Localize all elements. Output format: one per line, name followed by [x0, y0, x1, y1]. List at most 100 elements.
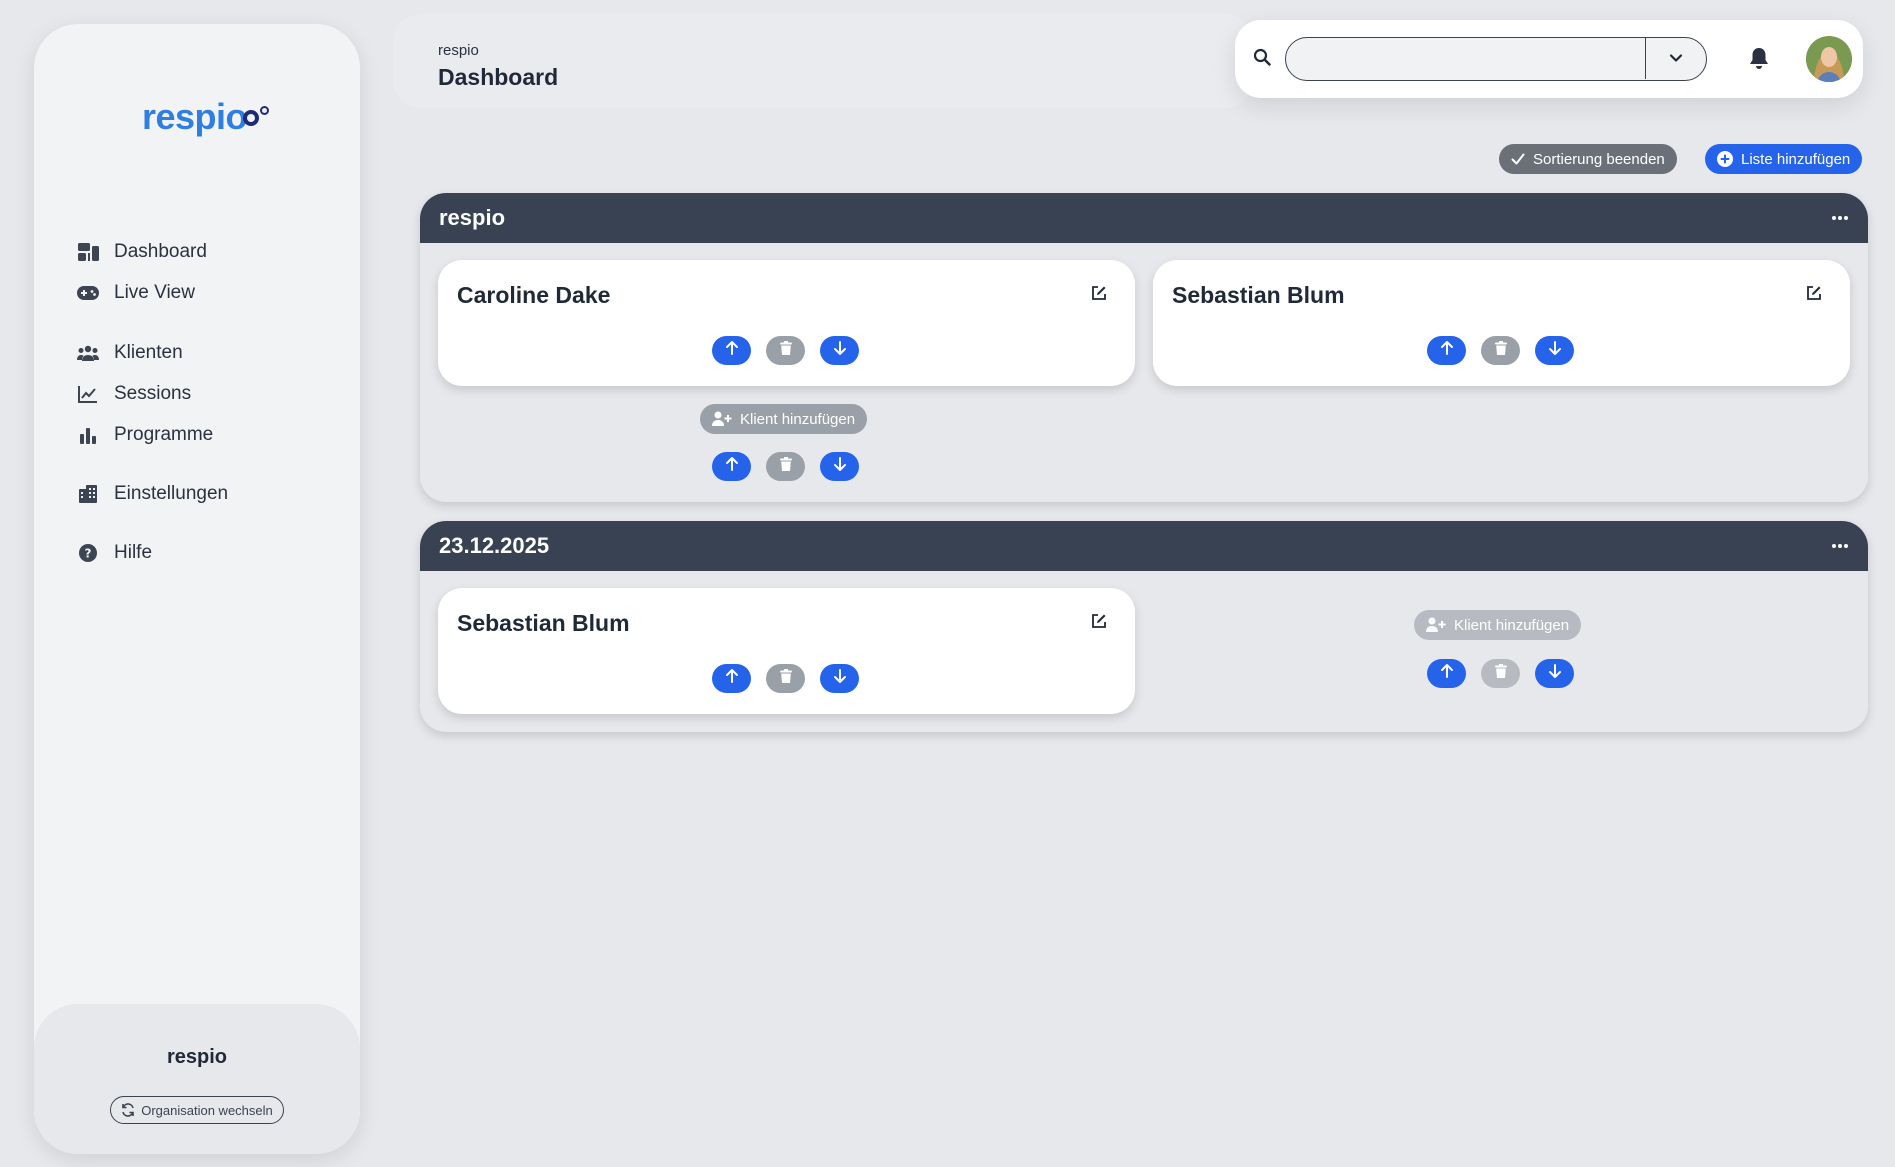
arrow-up-icon: [1440, 663, 1454, 684]
plus-circle-icon: [1717, 151, 1733, 167]
move-down-button[interactable]: [1535, 336, 1574, 365]
chevron-down-icon: [1669, 50, 1683, 68]
sidebar-item-label: Hilfe: [114, 542, 153, 563]
add-client-label: Klient hinzufügen: [740, 410, 856, 428]
move-down-button[interactable]: [1535, 659, 1574, 688]
notification-bell-icon[interactable]: [1749, 47, 1769, 75]
move-up-button[interactable]: [1427, 659, 1466, 688]
sidebar-item-label: Live View: [114, 282, 195, 303]
switch-organization-button[interactable]: Organisation wechseln: [110, 1096, 284, 1124]
arrow-down-icon: [1548, 663, 1562, 684]
trash-icon: [1494, 664, 1507, 683]
trash-icon: [779, 669, 792, 688]
list-title[interactable]: 23.12.2025: [439, 533, 549, 559]
search-icon: [1253, 48, 1271, 71]
client-name: Sebastian Blum: [457, 610, 630, 636]
delete-button[interactable]: [1481, 659, 1520, 688]
card-controls: [712, 664, 859, 693]
move-down-button[interactable]: [820, 336, 859, 365]
user-plus-icon: [712, 411, 732, 427]
chart-line-icon: [76, 382, 100, 406]
sidebar-item-hilfe[interactable]: ? Hilfe: [76, 536, 336, 570]
client-card[interactable]: Caroline Dake: [438, 260, 1135, 386]
respio-logo[interactable]: respio: [142, 96, 270, 138]
arrow-down-icon: [833, 668, 847, 689]
delete-button[interactable]: [766, 664, 805, 693]
organization-name: respio: [166, 1046, 228, 1068]
move-up-button[interactable]: [712, 336, 751, 365]
dashboard-icon: [76, 240, 100, 264]
sidebar-item-sessions[interactable]: Sessions: [76, 377, 336, 411]
sidebar-item-label: Sessions: [114, 383, 192, 404]
move-up-button[interactable]: [712, 664, 751, 693]
client-name: Caroline Dake: [457, 282, 611, 308]
sidebar-item-label: Programme: [114, 424, 214, 445]
more-options-icon[interactable]: [1832, 216, 1848, 220]
switch-organization-label: Organisation wechseln: [141, 1102, 273, 1118]
bar-chart-icon: [76, 423, 100, 447]
search-input[interactable]: [1286, 38, 1646, 79]
move-up-button[interactable]: [1427, 336, 1466, 365]
user-plus-icon: [1426, 617, 1446, 633]
delete-button[interactable]: [1481, 336, 1520, 365]
sidebar-item-live-view[interactable]: Live View: [76, 276, 336, 310]
client-card[interactable]: Sebastian Blum: [438, 588, 1135, 714]
client-list: 23.12.2025 Sebastian Blum Klient hinzufü…: [420, 521, 1868, 732]
sidebar-item-label: Klienten: [114, 342, 183, 363]
sidebar: respio Dashboard Live View Klienten Sess…: [34, 24, 360, 1154]
client-list: respio Caroline Dake Sebastian Blum Klie…: [420, 193, 1868, 502]
client-card[interactable]: Sebastian Blum: [1153, 260, 1850, 386]
arrow-down-icon: [833, 456, 847, 477]
list-header: respio: [420, 193, 1868, 243]
arrow-up-icon: [725, 456, 739, 477]
help-icon: ?: [76, 541, 100, 565]
check-icon: [1511, 153, 1525, 165]
page-title: Dashboard: [438, 64, 559, 90]
card-controls: [712, 336, 859, 365]
client-name: Sebastian Blum: [1172, 282, 1345, 308]
sidebar-item-dashboard[interactable]: Dashboard: [76, 235, 336, 269]
move-down-button[interactable]: [820, 452, 859, 481]
delete-button[interactable]: [766, 336, 805, 365]
move-down-button[interactable]: [820, 664, 859, 693]
card-controls: [1427, 336, 1574, 365]
delete-button[interactable]: [766, 452, 805, 481]
more-options-icon[interactable]: [1832, 544, 1848, 548]
logo-text: respio: [142, 96, 248, 137]
trash-icon: [779, 341, 792, 360]
edit-icon[interactable]: [1091, 613, 1107, 634]
list-header: 23.12.2025: [420, 521, 1868, 571]
edit-icon[interactable]: [1806, 285, 1822, 306]
add-client-button[interactable]: Klient hinzufügen: [1414, 610, 1582, 640]
sidebar-item-label: Dashboard: [114, 241, 207, 262]
add-client-button[interactable]: Klient hinzufügen: [700, 404, 868, 434]
user-avatar[interactable]: [1806, 36, 1852, 82]
sidebar-footer: respio Organisation wechseln: [34, 1004, 360, 1154]
refresh-icon: [121, 1103, 135, 1117]
search-bar: [1235, 20, 1863, 98]
finish-sorting-button[interactable]: Sortierung beenden: [1499, 144, 1677, 174]
finish-sorting-label: Sortierung beenden: [1533, 150, 1665, 168]
users-icon: [76, 341, 100, 365]
sidebar-item-klienten[interactable]: Klienten: [76, 336, 336, 370]
breadcrumb[interactable]: respio: [438, 42, 479, 59]
sidebar-item-programme[interactable]: Programme: [76, 418, 336, 452]
building-icon: [76, 482, 100, 506]
add-client-label: Klient hinzufügen: [1454, 616, 1570, 634]
page-header: respio Dashboard: [393, 14, 1253, 108]
list-title[interactable]: respio: [439, 205, 505, 231]
gamepad-icon: [76, 281, 100, 305]
add-list-label: Liste hinzufügen: [1741, 150, 1851, 168]
logo-mark-icon: [243, 106, 270, 130]
trash-icon: [1494, 341, 1507, 360]
sidebar-item-einstellungen[interactable]: Einstellungen: [76, 477, 336, 511]
sidebar-item-label: Einstellungen: [114, 483, 229, 504]
arrow-up-icon: [725, 668, 739, 689]
search-dropdown-button[interactable]: [1645, 38, 1706, 79]
slot-controls: [1427, 659, 1574, 688]
move-up-button[interactable]: [712, 452, 751, 481]
arrow-up-icon: [725, 340, 739, 361]
edit-icon[interactable]: [1091, 285, 1107, 306]
trash-icon: [779, 457, 792, 476]
add-list-button[interactable]: Liste hinzufügen: [1705, 144, 1863, 174]
